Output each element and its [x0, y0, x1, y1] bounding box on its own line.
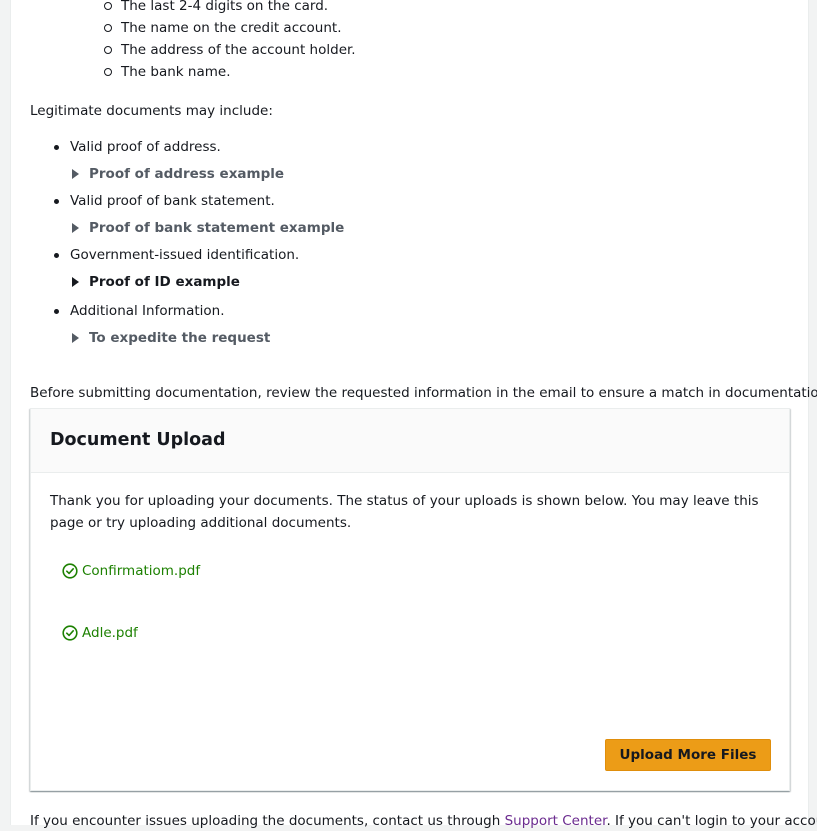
footer-text: . If you can't login to your account [606, 813, 817, 829]
list-item: The bank name. [101, 61, 356, 83]
documents-list: Valid proof of address. Proof of address… [50, 137, 344, 355]
caret-right-icon [72, 169, 79, 179]
expander-label: Proof of ID example [89, 274, 240, 290]
list-item: The name on the credit account. [101, 17, 356, 39]
caret-right-icon [72, 223, 79, 233]
uploaded-file: Confirmatiom.pdf [62, 563, 200, 579]
list-item: Additional Information. To expedite the … [50, 301, 344, 349]
list-item: The address of the account holder. [101, 39, 356, 61]
card-details-list: The last 2-4 digits on the card. The nam… [101, 0, 356, 83]
list-item: The last 2-4 digits on the card. [101, 0, 356, 17]
caret-right-icon [72, 277, 79, 287]
footer-text: If you encounter issues uploading the do… [30, 813, 505, 829]
expander-label: To expedite the request [89, 330, 271, 346]
expander-label: Proof of bank statement example [89, 220, 345, 236]
proof-of-bank-statement-expander[interactable]: Proof of bank statement example [70, 217, 344, 239]
expedite-request-expander[interactable]: To expedite the request [70, 327, 344, 349]
intro-text: Legitimate documents may include: [30, 103, 273, 119]
document-label: Additional Information. [70, 303, 225, 319]
check-circle-icon [62, 625, 78, 641]
document-label: Valid proof of bank statement. [70, 193, 275, 209]
footer-note: If you encounter issues uploading the do… [30, 811, 817, 831]
review-text: Before submitting documentation, review … [30, 385, 817, 401]
caret-right-icon [72, 333, 79, 343]
upload-more-files-button[interactable]: Upload More Files [605, 739, 771, 771]
proof-of-id-expander[interactable]: Proof of ID example [70, 271, 344, 293]
card-title: Document Upload [50, 430, 226, 450]
list-item: Valid proof of address. Proof of address… [50, 137, 344, 185]
list-item: Valid proof of bank statement. Proof of … [50, 191, 344, 239]
document-label: Valid proof of address. [70, 139, 221, 155]
upload-status-message: Thank you for uploading your documents. … [50, 493, 759, 531]
expander-label: Proof of address example [89, 166, 285, 182]
proof-of-address-expander[interactable]: Proof of address example [70, 163, 344, 185]
support-center-link[interactable]: Support Center [505, 813, 607, 829]
file-name: Adle.pdf [82, 625, 138, 641]
card-header: Document Upload [31, 409, 789, 473]
file-name: Confirmatiom.pdf [82, 563, 201, 579]
document-label: Government-issued identification. [70, 247, 300, 263]
list-item: Government-issued identification. Proof … [50, 245, 344, 293]
uploaded-file: Adle.pdf [62, 625, 138, 641]
document-upload-card: Document Upload Thank you for uploading … [30, 408, 790, 791]
check-circle-icon [62, 563, 78, 579]
